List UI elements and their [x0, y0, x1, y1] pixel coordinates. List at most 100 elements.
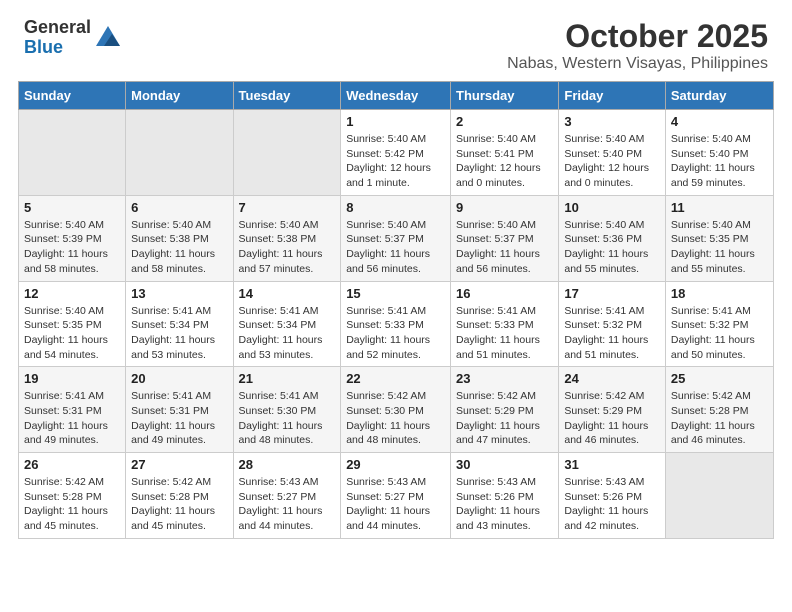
- day-number: 4: [671, 114, 768, 129]
- day-info: Sunrise: 5:43 AM Sunset: 5:27 PM Dayligh…: [346, 475, 445, 534]
- day-number: 1: [346, 114, 445, 129]
- day-info: Sunrise: 5:42 AM Sunset: 5:29 PM Dayligh…: [456, 389, 553, 448]
- table-row: 25 Sunrise: 5:42 AM Sunset: 5:28 PM Dayli…: [665, 367, 773, 453]
- day-info: Sunrise: 5:40 AM Sunset: 5:39 PM Dayligh…: [24, 218, 120, 277]
- day-info: Sunrise: 5:41 AM Sunset: 5:31 PM Dayligh…: [131, 389, 227, 448]
- day-info: Sunrise: 5:41 AM Sunset: 5:33 PM Dayligh…: [346, 304, 445, 363]
- table-row: 19 Sunrise: 5:41 AM Sunset: 5:31 PM Dayli…: [19, 367, 126, 453]
- day-info: Sunrise: 5:41 AM Sunset: 5:34 PM Dayligh…: [131, 304, 227, 363]
- day-info: Sunrise: 5:42 AM Sunset: 5:28 PM Dayligh…: [671, 389, 768, 448]
- day-number: 29: [346, 457, 445, 472]
- calendar-header-row: Sunday Monday Tuesday Wednesday Thursday…: [19, 82, 774, 110]
- day-info: Sunrise: 5:40 AM Sunset: 5:38 PM Dayligh…: [239, 218, 336, 277]
- day-number: 25: [671, 371, 768, 386]
- table-row: 7 Sunrise: 5:40 AM Sunset: 5:38 PM Daylig…: [233, 195, 341, 281]
- day-info: Sunrise: 5:40 AM Sunset: 5:37 PM Dayligh…: [346, 218, 445, 277]
- day-info: Sunrise: 5:41 AM Sunset: 5:30 PM Dayligh…: [239, 389, 336, 448]
- day-info: Sunrise: 5:41 AM Sunset: 5:32 PM Dayligh…: [671, 304, 768, 363]
- day-number: 20: [131, 371, 227, 386]
- table-row: 5Sunrise: 5:40 AM Sunset: 5:39 PM Daylig…: [19, 195, 126, 281]
- header-wednesday: Wednesday: [341, 82, 451, 110]
- header-monday: Monday: [126, 82, 233, 110]
- table-row: 16Sunrise: 5:41 AM Sunset: 5:33 PM Dayli…: [451, 281, 559, 367]
- day-info: Sunrise: 5:42 AM Sunset: 5:28 PM Dayligh…: [24, 475, 120, 534]
- day-info: Sunrise: 5:40 AM Sunset: 5:35 PM Dayligh…: [671, 218, 768, 277]
- calendar-table: Sunday Monday Tuesday Wednesday Thursday…: [18, 81, 774, 539]
- day-info: Sunrise: 5:43 AM Sunset: 5:26 PM Dayligh…: [564, 475, 660, 534]
- table-row: 6Sunrise: 5:40 AM Sunset: 5:38 PM Daylig…: [126, 195, 233, 281]
- table-row: 22 Sunrise: 5:42 AM Sunset: 5:30 PM Dayli…: [341, 367, 451, 453]
- day-info: Sunrise: 5:40 AM Sunset: 5:36 PM Dayligh…: [564, 218, 660, 277]
- header-tuesday: Tuesday: [233, 82, 341, 110]
- header-saturday: Saturday: [665, 82, 773, 110]
- month-title: October 2025: [507, 18, 768, 55]
- day-info: Sunrise: 5:41 AM Sunset: 5:32 PM Dayligh…: [564, 304, 660, 363]
- day-info: Sunrise: 5:43 AM Sunset: 5:26 PM Dayligh…: [456, 475, 553, 534]
- table-row: 24Sunrise: 5:42 AM Sunset: 5:29 PM Dayli…: [559, 367, 666, 453]
- day-number: 18: [671, 286, 768, 301]
- table-row: 4 Sunrise: 5:40 AM Sunset: 5:40 PM Daylig…: [665, 110, 773, 196]
- logo-blue-text: Blue: [24, 37, 63, 57]
- day-number: 23: [456, 371, 553, 386]
- table-row: 21 Sunrise: 5:41 AM Sunset: 5:30 PM Dayli…: [233, 367, 341, 453]
- day-number: 17: [564, 286, 660, 301]
- day-info: Sunrise: 5:41 AM Sunset: 5:33 PM Dayligh…: [456, 304, 553, 363]
- day-info: Sunrise: 5:43 AM Sunset: 5:27 PM Dayligh…: [239, 475, 336, 534]
- table-row: 27 Sunrise: 5:42 AM Sunset: 5:28 PM Dayli…: [126, 453, 233, 539]
- header: General Blue October 2025 Nabas, Western…: [0, 0, 792, 81]
- day-info: Sunrise: 5:41 AM Sunset: 5:34 PM Dayligh…: [239, 304, 336, 363]
- header-sunday: Sunday: [19, 82, 126, 110]
- calendar-container: Sunday Monday Tuesday Wednesday Thursday…: [0, 81, 792, 557]
- day-number: 2: [456, 114, 553, 129]
- logo-icon: [94, 24, 122, 52]
- day-info: Sunrise: 5:40 AM Sunset: 5:41 PM Dayligh…: [456, 132, 553, 191]
- table-row: 10Sunrise: 5:40 AM Sunset: 5:36 PM Dayli…: [559, 195, 666, 281]
- day-info: Sunrise: 5:42 AM Sunset: 5:30 PM Dayligh…: [346, 389, 445, 448]
- location-title: Nabas, Western Visayas, Philippines: [507, 55, 768, 73]
- day-number: 19: [24, 371, 120, 386]
- day-number: 26: [24, 457, 120, 472]
- table-row: 26 Sunrise: 5:42 AM Sunset: 5:28 PM Dayli…: [19, 453, 126, 539]
- day-number: 15: [346, 286, 445, 301]
- day-info: Sunrise: 5:41 AM Sunset: 5:31 PM Dayligh…: [24, 389, 120, 448]
- table-row: 13 Sunrise: 5:41 AM Sunset: 5:34 PM Dayli…: [126, 281, 233, 367]
- table-row: 30 Sunrise: 5:43 AM Sunset: 5:26 PM Dayli…: [451, 453, 559, 539]
- table-row: 18 Sunrise: 5:41 AM Sunset: 5:32 PM Dayli…: [665, 281, 773, 367]
- day-number: 7: [239, 200, 336, 215]
- table-row: 28 Sunrise: 5:43 AM Sunset: 5:27 PM Dayli…: [233, 453, 341, 539]
- table-row: 8 Sunrise: 5:40 AM Sunset: 5:37 PM Daylig…: [341, 195, 451, 281]
- day-number: 24: [564, 371, 660, 386]
- table-row: 14 Sunrise: 5:41 AM Sunset: 5:34 PM Dayli…: [233, 281, 341, 367]
- day-number: 13: [131, 286, 227, 301]
- table-row: 9Sunrise: 5:40 AM Sunset: 5:37 PM Daylig…: [451, 195, 559, 281]
- table-row: 17 Sunrise: 5:41 AM Sunset: 5:32 PM Dayli…: [559, 281, 666, 367]
- table-row: 20 Sunrise: 5:41 AM Sunset: 5:31 PM Dayli…: [126, 367, 233, 453]
- day-number: 14: [239, 286, 336, 301]
- header-thursday: Thursday: [451, 82, 559, 110]
- day-number: 30: [456, 457, 553, 472]
- day-info: Sunrise: 5:40 AM Sunset: 5:37 PM Dayligh…: [456, 218, 553, 277]
- logo: General Blue: [24, 18, 122, 58]
- table-row: 3Sunrise: 5:40 AM Sunset: 5:40 PM Daylig…: [559, 110, 666, 196]
- day-info: Sunrise: 5:40 AM Sunset: 5:40 PM Dayligh…: [671, 132, 768, 191]
- day-number: 22: [346, 371, 445, 386]
- table-row: [233, 110, 341, 196]
- table-row: 2 Sunrise: 5:40 AM Sunset: 5:41 PM Daylig…: [451, 110, 559, 196]
- title-section: October 2025 Nabas, Western Visayas, Phi…: [507, 18, 768, 73]
- header-friday: Friday: [559, 82, 666, 110]
- day-number: 6: [131, 200, 227, 215]
- day-number: 8: [346, 200, 445, 215]
- table-row: 15 Sunrise: 5:41 AM Sunset: 5:33 PM Dayli…: [341, 281, 451, 367]
- day-number: 21: [239, 371, 336, 386]
- table-row: [126, 110, 233, 196]
- day-info: Sunrise: 5:40 AM Sunset: 5:40 PM Dayligh…: [564, 132, 660, 191]
- table-row: 11Sunrise: 5:40 AM Sunset: 5:35 PM Dayli…: [665, 195, 773, 281]
- table-row: [19, 110, 126, 196]
- table-row: 23 Sunrise: 5:42 AM Sunset: 5:29 PM Dayli…: [451, 367, 559, 453]
- day-number: 27: [131, 457, 227, 472]
- day-info: Sunrise: 5:40 AM Sunset: 5:42 PM Dayligh…: [346, 132, 445, 191]
- day-info: Sunrise: 5:42 AM Sunset: 5:28 PM Dayligh…: [131, 475, 227, 534]
- day-number: 28: [239, 457, 336, 472]
- table-row: 12Sunrise: 5:40 AM Sunset: 5:35 PM Dayli…: [19, 281, 126, 367]
- day-info: Sunrise: 5:40 AM Sunset: 5:35 PM Dayligh…: [24, 304, 120, 363]
